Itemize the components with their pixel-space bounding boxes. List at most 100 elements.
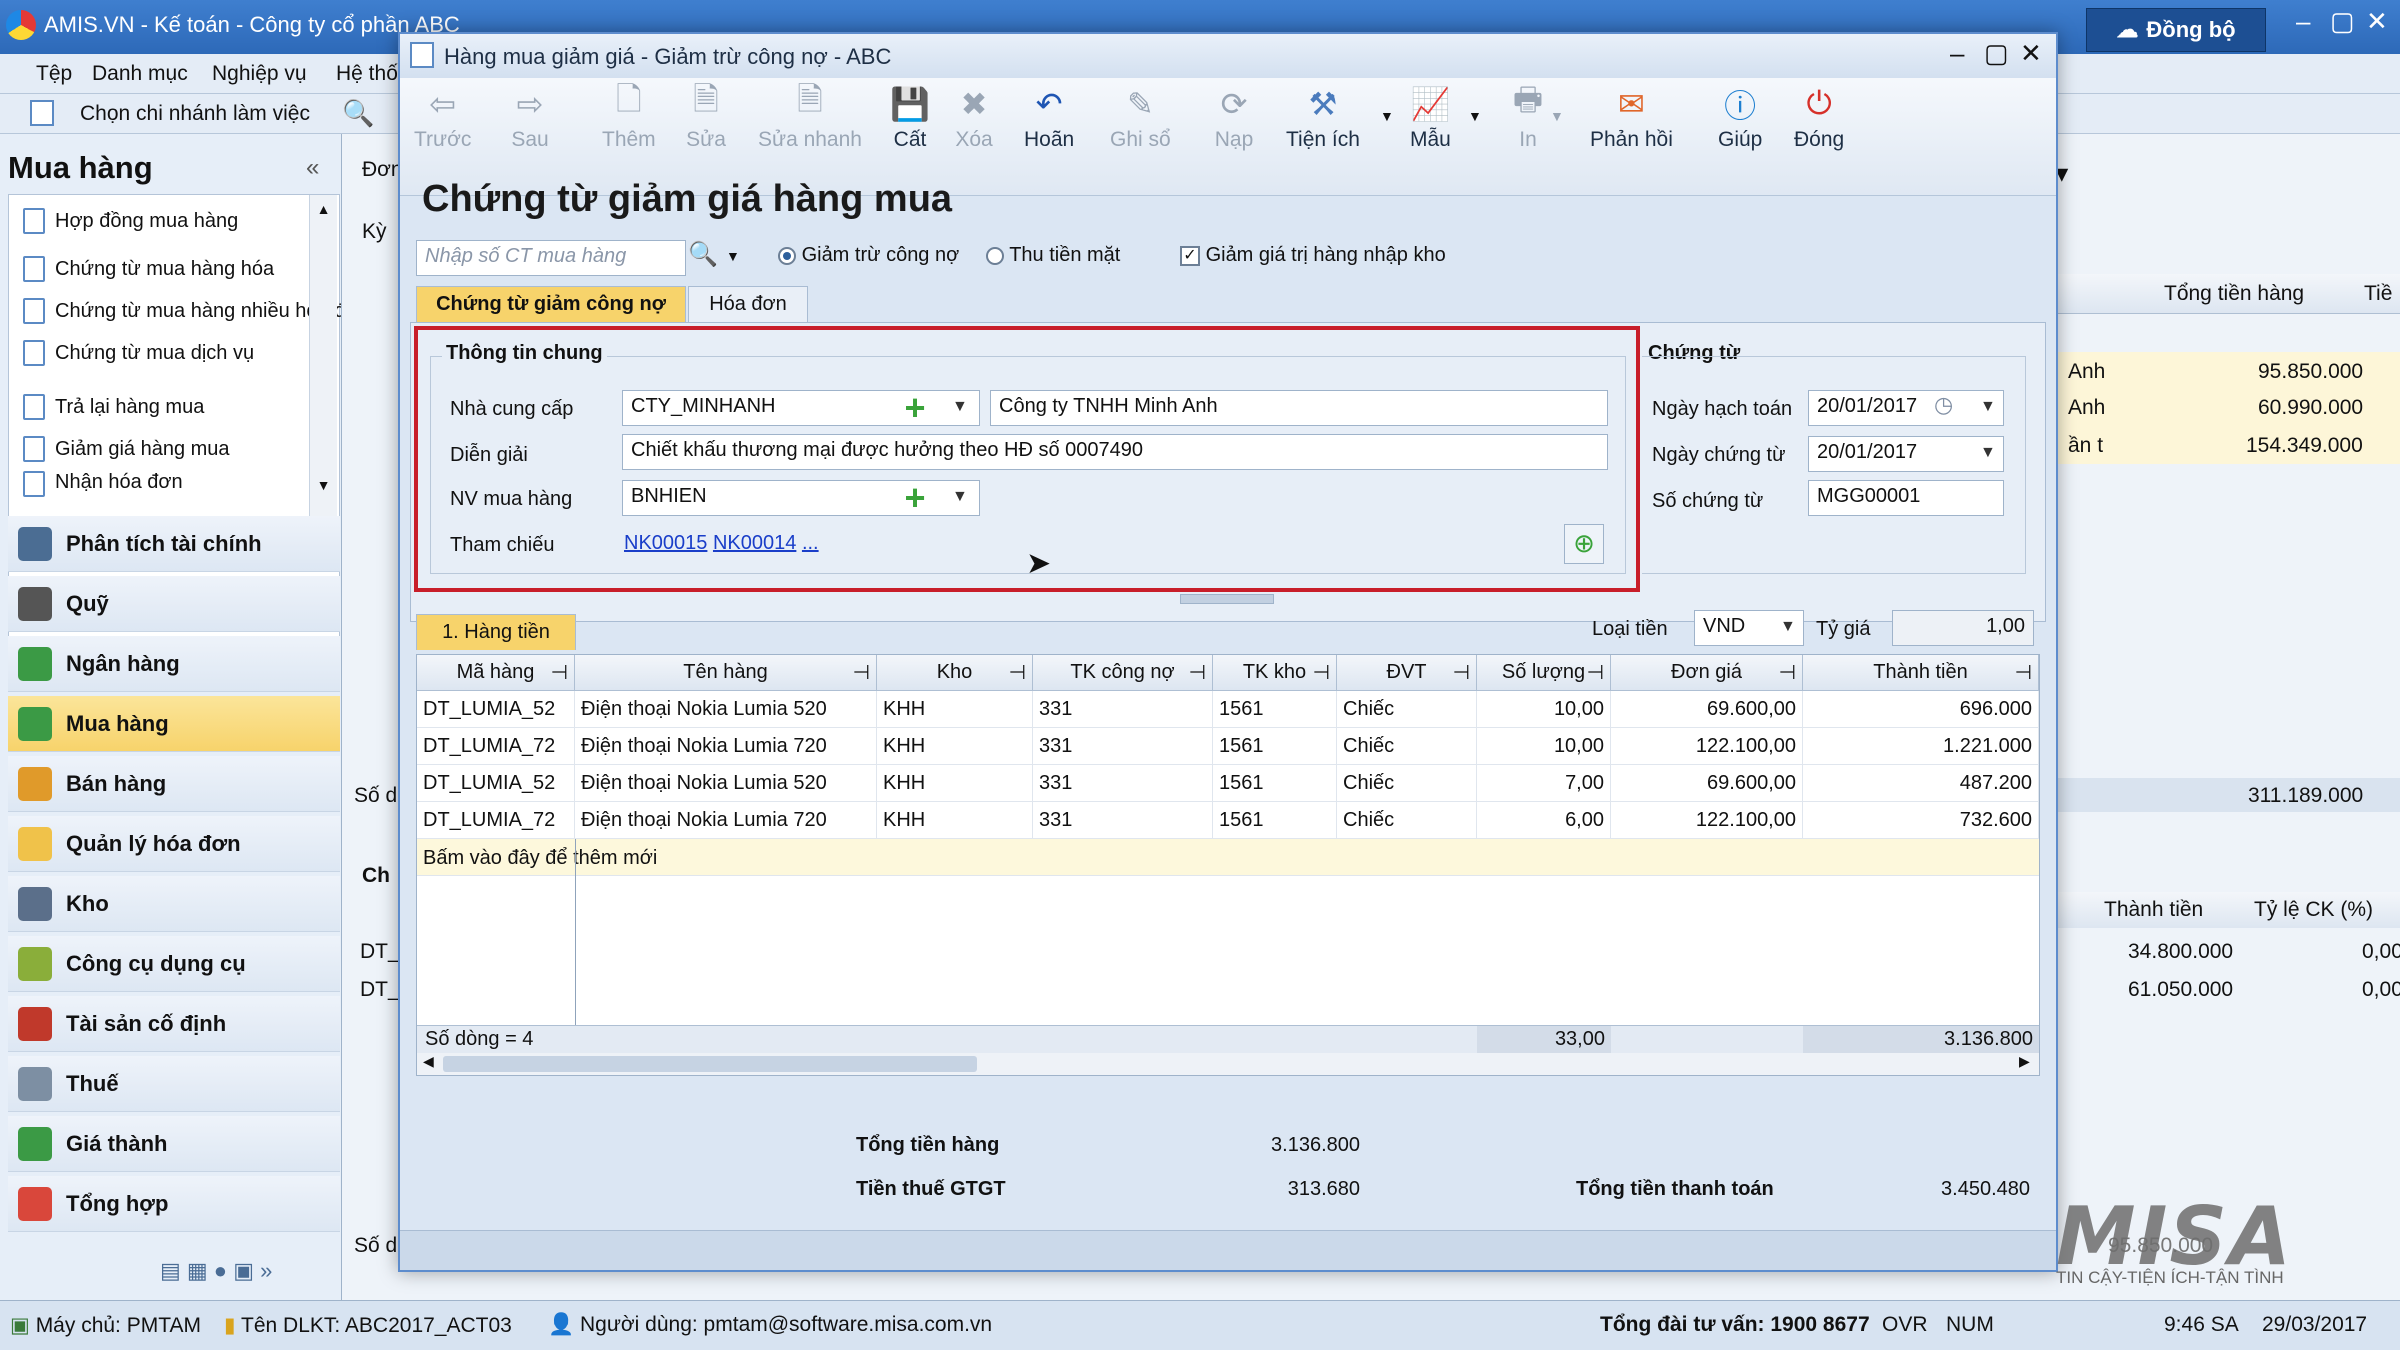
doc-no-input[interactable]: MGG00001	[1808, 480, 2004, 516]
collapse-icon[interactable]: «	[306, 154, 319, 182]
toolbar-print-button[interactable]: 🖶 In	[1508, 81, 1548, 152]
sub-item-purchase-return[interactable]: Trả lại hàng mua	[23, 387, 341, 427]
cell-amount[interactable]: 696.000	[1803, 691, 2039, 728]
cell-payable-account[interactable]: 331	[1033, 728, 1213, 765]
cell-unit-price[interactable]: 69.600,00	[1611, 691, 1803, 728]
cell-unit[interactable]: Chiếc	[1337, 765, 1477, 802]
sub-item-purchase-service[interactable]: Chứng từ mua dịch vụ	[23, 333, 341, 373]
radio-debt-deduction[interactable]: Giảm trừ công nợ	[778, 244, 959, 267]
toolbar-feedback-button[interactable]: ✉ Phản hồi	[1590, 84, 1673, 152]
description-input[interactable]: Chiết khấu thương mại được hưởng theo HĐ…	[622, 434, 1608, 470]
exchange-rate-input[interactable]: 1,00	[1892, 610, 2034, 646]
module-tax[interactable]: Thuế	[8, 1056, 340, 1112]
cell-unit[interactable]: Chiếc	[1337, 728, 1477, 765]
checkbox-reduce-stock-value[interactable]: ✓ Giảm giá trị hàng nhập kho	[1180, 244, 1446, 267]
cell-quantity[interactable]: 10,00	[1477, 728, 1611, 765]
col-header-warehouse[interactable]: Kho ⊣	[877, 655, 1033, 691]
sub-item-purchase-contract[interactable]: Hợp đồng mua hàng	[23, 201, 341, 241]
cell-name[interactable]: Điện thoại Nokia Lumia 520	[575, 765, 877, 802]
module-bank[interactable]: Ngân hàng	[8, 636, 340, 692]
cell-warehouse[interactable]: KHH	[877, 802, 1033, 839]
dialog-close-icon[interactable]: ✕	[2020, 38, 2042, 69]
module-sales[interactable]: Bán hàng	[8, 756, 340, 812]
pin-icon[interactable]: ⊣	[1009, 660, 1026, 685]
search-dropdown-icon[interactable]: ▼	[726, 248, 740, 264]
pin-icon[interactable]: ⊣	[1779, 660, 1796, 685]
cell-amount[interactable]: 487.200	[1803, 765, 2039, 802]
cell-payable-account[interactable]: 331	[1033, 802, 1213, 839]
tab-goods-money[interactable]: 1. Hàng tiền	[416, 614, 576, 650]
cell-warehouse[interactable]: KHH	[877, 728, 1033, 765]
col-header-quantity[interactable]: Số lượng ⊣	[1477, 655, 1611, 691]
toolbar-delete-button[interactable]: ✖ Xóa	[954, 84, 994, 152]
sub-item-purchase-goods[interactable]: Chứng từ mua hàng hóa	[23, 249, 341, 289]
add-reference-icon[interactable]: ⊕	[1564, 524, 1604, 564]
sub-item-receive-invoice[interactable]: Nhận hóa đơn	[23, 471, 341, 497]
toolbar-help-button[interactable]: ⓘ Giúp	[1718, 84, 1762, 152]
radio-cash-receipt[interactable]: Thu tiền mặt	[986, 244, 1120, 267]
toolbar-quick-edit-button[interactable]: 🗎 Sửa nhanh	[758, 81, 862, 152]
maximize-icon[interactable]: ▢	[2330, 6, 2355, 37]
menu-operations[interactable]: Nghiệp vụ	[212, 62, 307, 86]
scrollbar-thumb[interactable]	[443, 1056, 977, 1072]
menu-catalog[interactable]: Danh mục	[92, 62, 188, 86]
toolbar-close-button[interactable]: ⏻ Đóng	[1794, 84, 1844, 152]
pin-icon[interactable]: ⊣	[551, 660, 568, 685]
col-header-unit-price[interactable]: Đơn giá ⊣	[1611, 655, 1803, 691]
cell-warehouse[interactable]: KHH	[877, 765, 1033, 802]
sync-button[interactable]: ☁ Đồng bộ	[2086, 8, 2266, 52]
tab-debt-voucher[interactable]: Chứng từ giảm công nợ	[416, 286, 686, 322]
clock-icon[interactable]: ◷	[1934, 392, 1953, 418]
cell-quantity[interactable]: 7,00	[1477, 765, 1611, 802]
close-app-icon[interactable]: ✕	[2366, 6, 2388, 37]
scroll-down-icon[interactable]: ▼	[310, 477, 337, 493]
module-fixed-assets[interactable]: Tài sản cố định	[8, 996, 340, 1052]
module-summary[interactable]: Tổng hợp	[8, 1176, 340, 1232]
staff-dropdown-icon[interactable]: ▼	[952, 488, 968, 506]
cell-payable-account[interactable]: 331	[1033, 765, 1213, 802]
cell-unit-price[interactable]: 122.100,00	[1611, 728, 1803, 765]
tab-invoice[interactable]: Hóa đơn	[688, 286, 808, 322]
toolbar-add-button[interactable]: 🗋 Thêm	[602, 81, 656, 152]
currency-dropdown-icon[interactable]: ▼	[1780, 618, 1796, 636]
col-header-unit[interactable]: ĐVT ⊣	[1337, 655, 1477, 691]
horizontal-scrollbar[interactable]: ◀ ▶	[417, 1053, 2039, 1075]
search-icon[interactable]: 🔍	[342, 98, 374, 129]
col-header-payable-account[interactable]: TK công nợ ⊣	[1033, 655, 1213, 691]
add-staff-icon[interactable]: +	[900, 480, 930, 516]
module-financial-analysis[interactable]: Phân tích tài chính	[8, 516, 340, 572]
cell-warehouse[interactable]: KHH	[877, 691, 1033, 728]
module-invoice-management[interactable]: Quản lý hóa đơn	[8, 816, 340, 872]
col-header-amount[interactable]: Thành tiền ⊣	[1803, 655, 2039, 691]
supplier-dropdown-icon[interactable]: ▼	[952, 398, 968, 416]
toolbar-next-button[interactable]: ⇨ Sau	[510, 84, 550, 152]
cell-name[interactable]: Điện thoại Nokia Lumia 520	[575, 691, 877, 728]
module-warehouse[interactable]: Kho	[8, 876, 340, 932]
toolbar-postpone-button[interactable]: ↶ Hoãn	[1024, 84, 1074, 152]
toolbar-save-button[interactable]: 💾 Cất	[890, 84, 930, 152]
cell-unit[interactable]: Chiếc	[1337, 802, 1477, 839]
post-date-input[interactable]: 20/01/2017	[1808, 390, 2004, 426]
print-dropdown-icon[interactable]: ▼	[1550, 108, 1564, 124]
reference-link[interactable]: NK00015	[624, 532, 707, 554]
dialog-maximize-icon[interactable]: ▢	[1984, 38, 2009, 69]
pin-icon[interactable]: ⊣	[1189, 660, 1206, 685]
cell-stock-account[interactable]: 1561	[1213, 728, 1337, 765]
cell-unit-price[interactable]: 69.600,00	[1611, 765, 1803, 802]
cell-amount[interactable]: 732.600	[1803, 802, 2039, 839]
supplier-name-input[interactable]: Công ty TNHH Minh Anh	[990, 390, 1608, 426]
cell-amount[interactable]: 1.221.000	[1803, 728, 2039, 765]
doc-date-dropdown-icon[interactable]: ▼	[1980, 444, 1996, 462]
dialog-minimize-icon[interactable]: –	[1950, 38, 1964, 69]
menu-file[interactable]: Tệp	[36, 62, 72, 86]
doc-date-input[interactable]: 20/01/2017	[1808, 436, 2004, 472]
add-new-row[interactable]: Bấm vào đây để thêm mới	[417, 839, 2039, 876]
col-header-name[interactable]: Tên hàng ⊣	[575, 655, 877, 691]
cell-quantity[interactable]: 6,00	[1477, 802, 1611, 839]
toolbar-post-button[interactable]: ✎ Ghi sổ	[1110, 84, 1171, 152]
col-header-stock-account[interactable]: TK kho ⊣	[1213, 655, 1337, 691]
module-cash[interactable]: Quỹ	[8, 576, 340, 632]
col-header-code[interactable]: Mã hàng ⊣	[417, 655, 575, 691]
pin-icon[interactable]: ⊣	[2015, 660, 2032, 685]
sub-item-purchase-discount[interactable]: Giảm giá hàng mua	[23, 429, 341, 469]
